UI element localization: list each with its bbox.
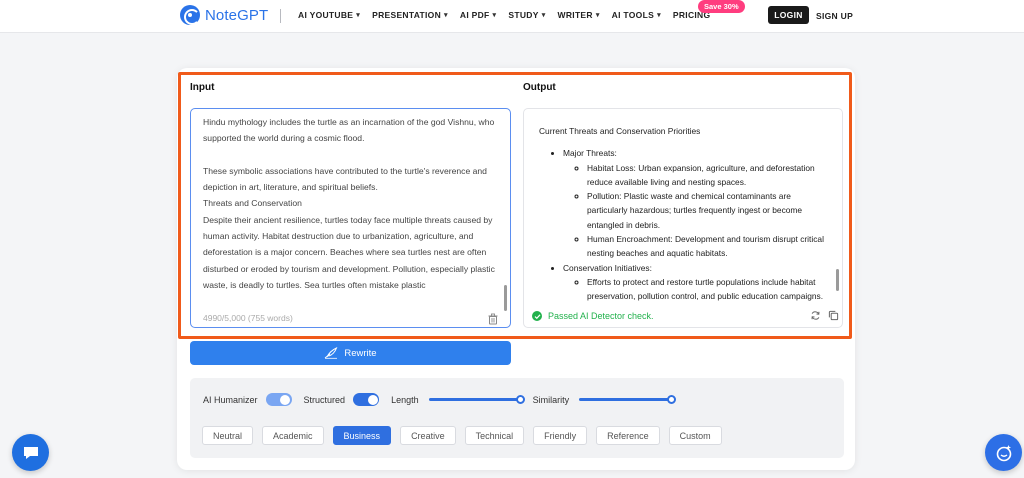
output-item: Habitat Loss: Urban expansion, agricultu… xyxy=(587,161,829,190)
length-label: Length xyxy=(391,394,419,405)
similarity-slider-knob[interactable] xyxy=(666,395,676,404)
chat-button[interactable] xyxy=(12,434,49,471)
signup-button[interactable]: SIGN UP xyxy=(816,11,853,21)
tone-reference[interactable]: Reference xyxy=(596,426,660,445)
tone-technical[interactable]: Technical xyxy=(464,426,525,445)
nav-item-ai-pdf[interactable]: AI PDF ▾ xyxy=(460,10,497,20)
tone-academic[interactable]: Academic xyxy=(262,426,324,445)
tone-creative[interactable]: Creative xyxy=(400,426,456,445)
chevron-down-icon: ▾ xyxy=(541,12,546,19)
length-slider[interactable] xyxy=(428,395,526,404)
notegpt-logo-icon xyxy=(180,5,200,25)
tone-options: Neutral Academic Business Creative Techn… xyxy=(202,426,722,445)
nav-label: PRESENTATION xyxy=(372,10,442,20)
nav-label: AI TOOLS xyxy=(611,10,655,20)
copy-icon[interactable] xyxy=(828,310,839,321)
nav-label: STUDY xyxy=(508,10,539,20)
length-slider-knob[interactable] xyxy=(516,395,526,404)
output-title: Output xyxy=(523,82,556,93)
save-badge: Save 30% xyxy=(698,0,745,13)
output-scrollbar[interactable] xyxy=(836,269,839,291)
nav-label: AI YOUTUBE xyxy=(298,10,354,20)
nav-item-ai-youtube[interactable]: AI YOUTUBE ▾ xyxy=(298,10,360,20)
output-actions xyxy=(810,310,839,321)
refresh-icon[interactable] xyxy=(810,310,821,321)
output-item: Human Encroachment: Development and tour… xyxy=(587,232,829,261)
output-section-label: Conservation Initiatives: xyxy=(563,262,652,273)
check-circle-icon xyxy=(532,311,542,321)
logo[interactable]: NoteGPT xyxy=(180,5,268,25)
quill-icon xyxy=(325,347,338,359)
input-title: Input xyxy=(190,82,215,93)
output-panel: Current Threats and Conservation Priorit… xyxy=(523,108,843,328)
ai-humanizer-label: AI Humanizer xyxy=(203,394,258,405)
tone-friendly[interactable]: Friendly xyxy=(533,426,588,445)
login-button[interactable]: LOGIN xyxy=(768,6,809,24)
output-items: Efforts to protect and restore turtle po… xyxy=(563,275,829,304)
chevron-down-icon: ▾ xyxy=(492,12,497,19)
similarity-label: Similarity xyxy=(532,394,570,405)
output-item: Pollution: Plastic waste and chemical co… xyxy=(587,189,829,232)
structured-toggle[interactable] xyxy=(353,393,380,406)
output-section-label: Major Threats: xyxy=(563,148,617,159)
nav-item-study[interactable]: STUDY ▾ xyxy=(508,10,545,20)
settings-panel: AI Humanizer Structured Length Similarit… xyxy=(190,378,844,458)
ai-humanizer-toggle[interactable] xyxy=(265,393,292,406)
nav-label: AI PDF xyxy=(459,10,490,20)
main-nav: AI YOUTUBE ▾ PRESENTATION ▾ AI PDF ▾ STUDY ▾… xyxy=(298,10,710,20)
character-count: 4990/5,000 (755 words) xyxy=(203,313,293,323)
tone-business[interactable]: Business xyxy=(332,426,392,445)
tone-neutral[interactable]: Neutral xyxy=(202,426,254,445)
ai-assistant-button[interactable] xyxy=(985,434,1022,471)
chevron-down-icon: ▾ xyxy=(356,12,361,19)
input-textarea[interactable]: Hindu mythology includes the turtle as a… xyxy=(190,108,511,328)
top-header: NoteGPT AI YOUTUBE ▾ PRESENTATION ▾ AI PDF… xyxy=(0,0,1024,33)
output-sections: Major Threats: Habitat Loss: Urban expan… xyxy=(539,146,829,303)
nav-item-writer[interactable]: WRITER ▾ xyxy=(558,10,600,20)
rewrite-label: Rewrite xyxy=(344,347,377,359)
input-scrollbar[interactable] xyxy=(504,285,507,311)
ai-detector-status: Passed AI Detector check. xyxy=(532,311,654,321)
output-heading: Current Threats and Conservation Priorit… xyxy=(539,126,701,136)
nav-item-presentation[interactable]: PRESENTATION ▾ xyxy=(372,10,448,20)
rewrite-button[interactable]: Rewrite xyxy=(190,341,511,365)
options-row: AI Humanizer Structured Length Similarit… xyxy=(203,393,683,406)
output-section: Major Threats: Habitat Loss: Urban expan… xyxy=(563,146,829,260)
input-text[interactable]: Hindu mythology includes the turtle as a… xyxy=(203,114,501,304)
structured-label: Structured xyxy=(303,394,346,405)
logo-text: NoteGPT xyxy=(205,6,269,24)
output-text: Current Threats and Conservation Priorit… xyxy=(539,124,829,310)
output-items: Habitat Loss: Urban expansion, agricultu… xyxy=(563,161,829,261)
nav-item-ai-tools[interactable]: AI TOOLS ▾ xyxy=(612,10,661,20)
nav-label: WRITER xyxy=(557,10,593,20)
output-section: Conservation Initiatives: Efforts to pro… xyxy=(563,261,829,304)
nav-divider xyxy=(280,9,281,23)
output-item: Efforts to protect and restore turtle po… xyxy=(587,275,829,304)
chevron-down-icon: ▾ xyxy=(444,12,448,19)
ai-assistant-icon xyxy=(996,444,1011,461)
ai-detector-text: Passed AI Detector check. xyxy=(548,311,654,321)
similarity-slider[interactable] xyxy=(579,395,676,404)
trash-icon[interactable] xyxy=(487,313,499,325)
chat-icon xyxy=(23,446,38,459)
chevron-down-icon: ▾ xyxy=(657,12,661,19)
tone-custom[interactable]: Custom xyxy=(668,426,722,445)
chevron-down-icon: ▾ xyxy=(595,12,600,19)
